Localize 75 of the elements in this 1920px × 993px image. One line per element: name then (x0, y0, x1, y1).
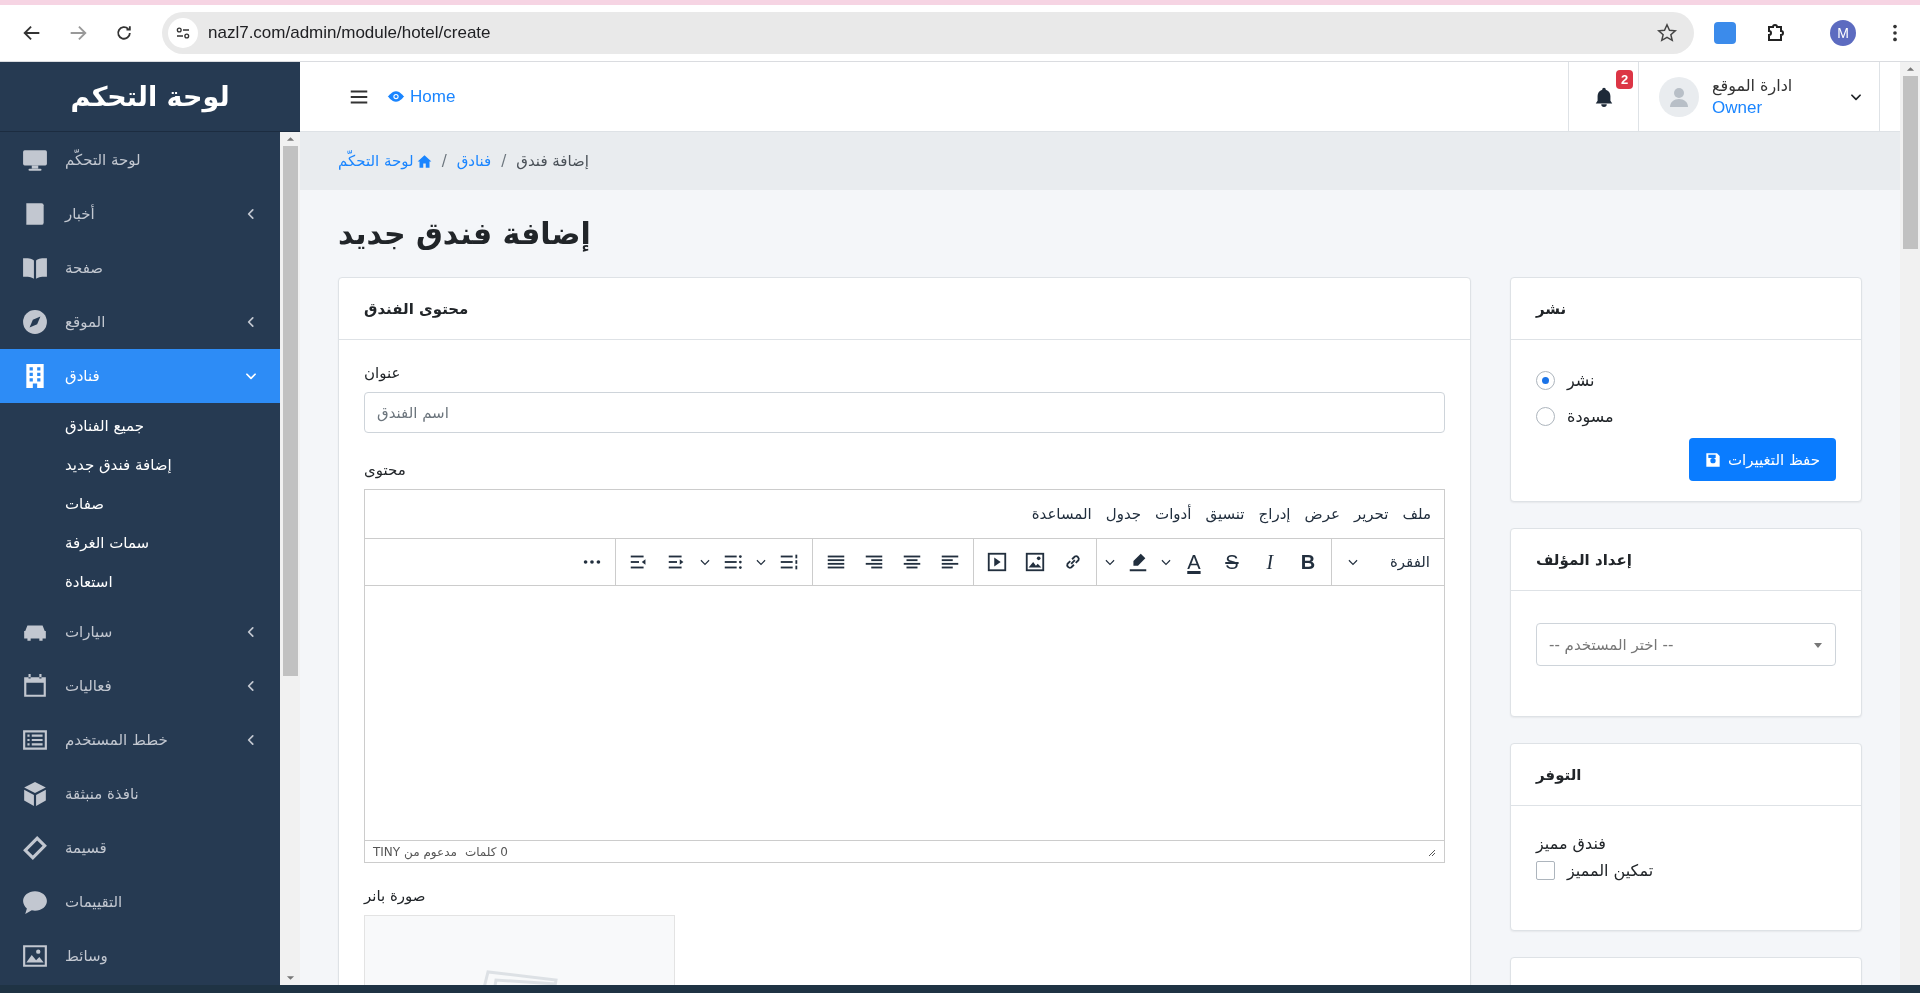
editor-menu-item[interactable]: أدوات (1148, 501, 1199, 527)
field-label: محتوى (364, 461, 407, 479)
sidebar-item[interactable]: الموقع (0, 295, 280, 349)
radio-button[interactable] (1536, 370, 1555, 390)
home-link[interactable]: Home (387, 86, 456, 107)
radio-label: مسودة (1567, 406, 1614, 426)
card-title: محتوى الفندق (364, 299, 469, 318)
scrollbar-thumb[interactable] (282, 146, 298, 676)
sidebar-item[interactable]: أخبار (0, 187, 280, 241)
sidebar-item[interactable]: لوحة التحكّم (0, 133, 280, 187)
chat-bubble-icon (22, 889, 48, 915)
page-title: إضافة فندق جديد (338, 216, 591, 251)
submenu-item[interactable]: استعادة (0, 562, 280, 601)
ticket-icon (22, 835, 48, 861)
address-bar[interactable]: nazl7.com/admin/module/hotel/create (162, 12, 1694, 54)
editor-menu-item[interactable]: عرض (1297, 501, 1347, 527)
profile-avatar[interactable]: M (1830, 20, 1856, 46)
compass-icon (22, 309, 48, 335)
submenu-item[interactable]: إضافة فندق جديد (0, 445, 280, 484)
sidebar-item[interactable]: خطط المستخدم (0, 713, 280, 767)
notification-badge: 2 (1616, 70, 1634, 89)
card-title: التوفر (1536, 765, 1582, 784)
sidebar-item[interactable]: وسائط (0, 929, 280, 983)
save-icon (1705, 451, 1721, 468)
calendar-icon (22, 673, 48, 699)
editor-menu-item[interactable]: جدول (1098, 501, 1149, 527)
editor-menu-item[interactable]: تنسيق (1198, 501, 1252, 527)
format-button[interactable]: A (1176, 545, 1211, 579)
editor-menu-item[interactable]: ملف (1395, 501, 1438, 527)
site-settings-icon[interactable] (168, 18, 198, 48)
word-count: 0 كلمات (464, 844, 508, 859)
radio-button[interactable] (1536, 406, 1555, 426)
sidebar-item[interactable]: صفحة (0, 241, 280, 295)
radio-label: نشر (1567, 370, 1595, 390)
sidebar-item[interactable]: التقييمات (0, 875, 280, 929)
scrollbar[interactable] (280, 132, 300, 985)
format-button[interactable]: I (1252, 545, 1287, 579)
checkbox-label: تمكين المميز (1567, 861, 1654, 880)
sidebar-item[interactable]: قسيمة (0, 821, 280, 875)
editor-branding: مدعوم من TINY (373, 844, 457, 859)
book-icon (22, 255, 48, 281)
checkbox[interactable] (1536, 861, 1555, 880)
home-icon (416, 153, 432, 169)
breadcrumb-separator: / (441, 152, 447, 170)
field-label: عنوان (364, 364, 402, 382)
list-icon (22, 727, 48, 753)
star-icon[interactable] (1656, 22, 1678, 44)
sidebar-item[interactable]: نافذة منبثقة (0, 767, 280, 821)
format-button[interactable]: S (1214, 545, 1249, 579)
format-button[interactable]: B (1290, 545, 1325, 579)
breadcrumb-separator: / (501, 152, 507, 170)
editor-menu-item[interactable]: إدراج (1251, 501, 1298, 527)
sidebar-item[interactable]: سيارات (0, 605, 280, 659)
image-icon (22, 943, 48, 969)
editor-menu-item[interactable]: تحرير (1346, 501, 1396, 527)
editor-menu-item[interactable]: المساعدة (1024, 501, 1099, 527)
field-label: صورة بانر (364, 887, 427, 905)
user-select[interactable]: -- اختر المستخدم -- (1536, 623, 1836, 666)
monitor-icon (22, 147, 48, 173)
user-avatar (1659, 76, 1699, 117)
scrollbar[interactable] (1900, 62, 1920, 985)
breadcrumb-current: إضافة فندق (516, 152, 589, 170)
submenu-item[interactable]: جميع الفنادق (0, 406, 280, 445)
eye-icon (387, 90, 405, 103)
block-format-dropdown[interactable]: الفقرة (1337, 545, 1438, 579)
cube-icon (22, 781, 48, 807)
card-title: نشر (1536, 299, 1567, 318)
submenu-item[interactable]: سمات الغرفة (0, 523, 280, 562)
title-field[interactable]: اسم الفندق (364, 392, 1445, 433)
save-button[interactable]: حفظ التغييرات (1689, 438, 1836, 481)
scrollbar-thumb[interactable] (1902, 76, 1918, 249)
card-title: إعداد المؤلف (1536, 550, 1632, 569)
field-label: فندق مميز (1536, 834, 1607, 853)
submenu-item[interactable]: صفات (0, 484, 280, 523)
sidebar-item[interactable]: فعاليات (0, 659, 280, 713)
